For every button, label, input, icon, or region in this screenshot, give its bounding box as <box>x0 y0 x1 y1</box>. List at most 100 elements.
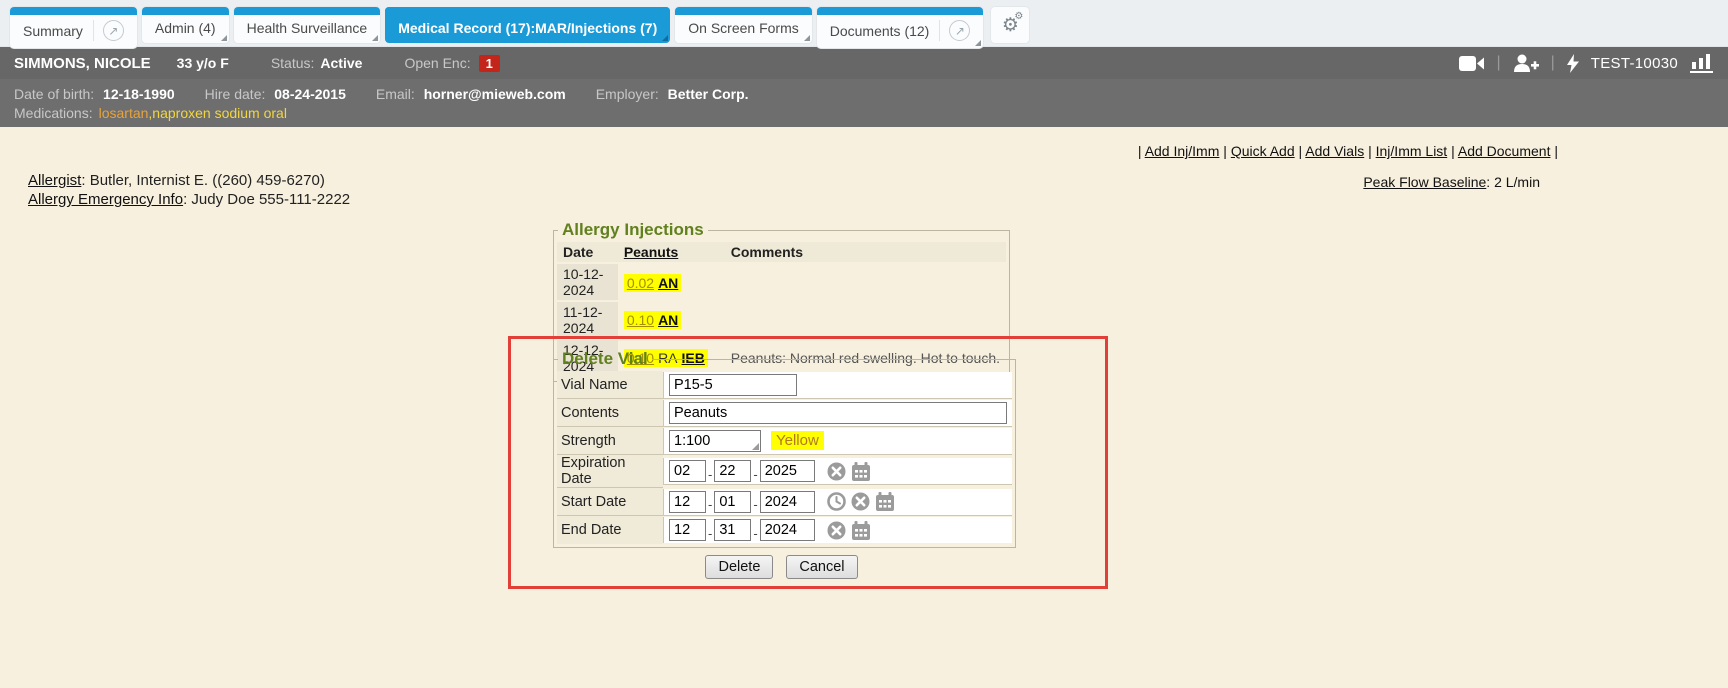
date-separator: - <box>753 526 757 541</box>
links-sep: | <box>1295 143 1306 159</box>
form-row-contents: Contents <box>557 399 1012 427</box>
peak-flow-baseline: Peak Flow Baseline: 2 L/min <box>1363 174 1540 190</box>
allergy-injections-title: Allergy Injections <box>558 220 708 240</box>
start-year-input[interactable] <box>760 491 815 513</box>
clear-date-icon[interactable] <box>827 462 846 481</box>
calendar-icon[interactable] <box>851 462 871 481</box>
popout-arrow-icon: ↗ <box>949 20 970 41</box>
hire-date-label: Hire date: <box>205 86 266 102</box>
lightning-icon[interactable] <box>1567 54 1579 73</box>
tab-medical-record[interactable]: Medical Record (17):MAR/Injections (7) <box>385 7 670 43</box>
dose-link[interactable]: 0.02 <box>627 275 654 291</box>
start-day-input[interactable] <box>714 491 751 513</box>
clock-icon[interactable] <box>827 492 846 511</box>
link-quick-add[interactable]: Quick Add <box>1231 143 1295 159</box>
injection-date: 11-12-2024 <box>557 301 618 339</box>
tab-dropdown-corner-icon <box>804 35 810 41</box>
form-row-vial-name: Vial Name <box>557 371 1012 399</box>
header-divider: | <box>1551 54 1555 72</box>
action-links: | Add Inj/Imm | Quick Add | Add Vials | … <box>1138 143 1558 159</box>
medication-link-naproxen[interactable]: naproxen sodium oral <box>152 105 287 121</box>
tab-dropdown-corner-icon <box>975 40 981 46</box>
employer-value: Better Corp. <box>668 86 749 102</box>
peak-flow-value: : 2 L/min <box>1486 174 1540 190</box>
end-month-input[interactable] <box>669 519 706 541</box>
injection-row: 10-12-2024 0.02AN <box>557 263 1006 301</box>
status-label: Status: <box>271 55 315 71</box>
patient-age-sex: 33 y/o F <box>177 55 229 71</box>
date-separator: - <box>753 497 757 512</box>
tab-accent-strip <box>234 7 381 15</box>
allergist-link[interactable]: Allergist <box>28 172 81 189</box>
tab-accent-strip <box>10 7 137 15</box>
employer-label: Employer: <box>596 86 659 102</box>
reaction-code-link[interactable]: AN <box>658 312 678 328</box>
open-enc-badge[interactable]: 1 <box>479 55 500 72</box>
column-header-peanuts[interactable]: Peanuts <box>624 244 678 260</box>
reaction-code-link[interactable]: AN <box>658 275 678 291</box>
links-sep: | <box>1447 143 1458 159</box>
dob-value: 12-18-1990 <box>103 86 175 102</box>
cancel-button[interactable]: Cancel <box>786 555 857 579</box>
allergist-detail: : Butler, Internist E. ((260) 459-6270) <box>81 172 324 189</box>
tab-bar: Summary ↗ Admin (4) Health Surveillance … <box>0 0 1728 47</box>
allergist-info: Allergist: Butler, Internist E. ((260) 4… <box>28 171 350 209</box>
end-date-label: End Date <box>557 516 663 544</box>
chart-id: TEST-10030 <box>1591 55 1678 72</box>
patient-header-bar: SIMMONS, NICOLE 33 y/o F Status: Active … <box>0 47 1728 79</box>
calendar-icon[interactable] <box>851 521 871 540</box>
link-add-inj-imm[interactable]: Add Inj/Imm <box>1145 143 1220 159</box>
allergy-emergency-link[interactable]: Allergy Emergency Info <box>28 191 183 208</box>
end-year-input[interactable] <box>760 519 815 541</box>
flowsheet-chart-icon[interactable] <box>1690 53 1714 73</box>
date-separator: - <box>708 526 712 541</box>
expiration-date-label: Expiration Date <box>557 455 663 488</box>
delete-button[interactable]: Delete <box>705 555 773 579</box>
peak-flow-link[interactable]: Peak Flow Baseline <box>1363 174 1486 190</box>
start-month-input[interactable] <box>669 491 706 513</box>
clear-date-icon[interactable] <box>827 521 846 540</box>
vial-name-input[interactable] <box>669 374 797 396</box>
date-separator: - <box>708 467 712 482</box>
link-add-vials[interactable]: Add Vials <box>1305 143 1364 159</box>
strength-label: Strength <box>557 427 663 455</box>
links-lead: | <box>1138 143 1145 159</box>
injection-date: 10-12-2024 <box>557 263 618 301</box>
tab-summary-popout[interactable]: ↗ <box>93 20 124 41</box>
links-sep: | <box>1219 143 1230 159</box>
medications-label: Medications: <box>14 105 93 121</box>
date-separator: - <box>708 497 712 512</box>
expiration-month-input[interactable] <box>669 460 706 482</box>
strength-input[interactable] <box>669 430 761 452</box>
tab-documents[interactable]: Documents (12) ↗ <box>817 7 984 48</box>
open-enc-label: Open Enc: <box>404 55 470 71</box>
tab-documents-popout[interactable]: ↗ <box>939 20 970 41</box>
tab-admin[interactable]: Admin (4) <box>142 7 229 43</box>
link-add-document[interactable]: Add Document <box>1458 143 1551 159</box>
expiration-year-input[interactable] <box>760 460 815 482</box>
tab-accent-strip <box>385 7 670 15</box>
tab-on-screen-forms[interactable]: On Screen Forms <box>675 7 811 43</box>
delete-vial-title: Delete Vial <box>558 349 652 369</box>
expiration-day-input[interactable] <box>714 460 751 482</box>
clear-date-icon[interactable] <box>851 492 870 511</box>
calendar-icon[interactable] <box>875 492 895 511</box>
contents-input[interactable] <box>669 402 1007 424</box>
medication-link-losartan[interactable]: losartan <box>99 105 149 121</box>
link-inj-imm-list[interactable]: Inj/Imm List <box>1376 143 1448 159</box>
tab-accent-strip <box>142 7 229 15</box>
patient-name: SIMMONS, NICOLE <box>14 55 151 72</box>
gear-small-icon: ⚙ <box>1014 11 1023 22</box>
add-person-icon[interactable] <box>1513 54 1539 72</box>
dose-link[interactable]: 0.10 <box>627 312 654 328</box>
settings-button[interactable]: ⚙ ⚙ <box>991 7 1029 43</box>
vial-color-tag: Yellow <box>771 431 824 450</box>
end-day-input[interactable] <box>714 519 751 541</box>
delete-vial-section: Delete Vial Vial Name Contents Strength … <box>553 349 1016 548</box>
tab-summary[interactable]: Summary ↗ <box>10 7 137 48</box>
tab-health-surveillance[interactable]: Health Surveillance <box>234 7 381 43</box>
column-header-comments: Comments <box>725 242 1006 263</box>
links-trail: | <box>1550 143 1558 159</box>
tab-admin-label: Admin (4) <box>155 20 216 36</box>
video-call-icon[interactable] <box>1459 56 1484 71</box>
